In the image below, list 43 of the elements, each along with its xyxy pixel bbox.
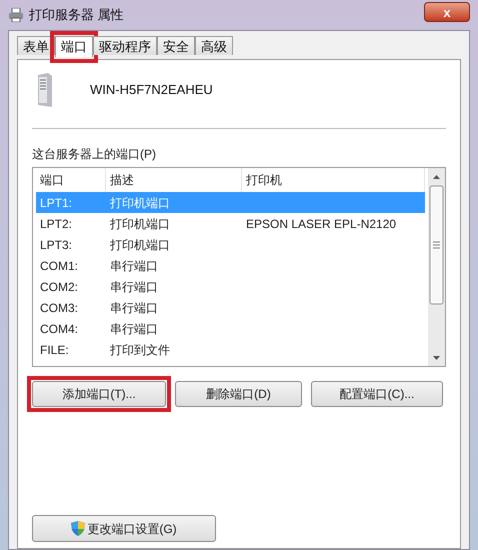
column-header[interactable]: 打印机 xyxy=(242,171,286,189)
table-cell: 打印机端口 xyxy=(110,238,170,252)
column-header[interactable]: 描述 xyxy=(106,171,138,189)
port-button[interactable]: 配置端口(C)... xyxy=(311,381,443,407)
table-cell: COM2: xyxy=(40,280,78,294)
table-cell: FILE: xyxy=(40,342,69,356)
port-row[interactable]: LPT3: 打印机端口 xyxy=(36,234,425,255)
port-row[interactable]: LPT2: 打印机端口 EPSON LASER EPL-N2120 xyxy=(36,213,425,234)
column-header[interactable]: 端口 xyxy=(36,171,68,189)
table-cell: COM1: xyxy=(40,258,78,272)
table-cell: 打印机端口 xyxy=(110,196,170,210)
table-cell: LPT1: xyxy=(40,196,72,210)
tab[interactable]: 高级 xyxy=(195,36,233,55)
port-row[interactable]: FILE: 打印到文件 xyxy=(36,339,425,360)
table-cell: 串行端口 xyxy=(110,258,158,272)
table-cell: 打印到文件 xyxy=(110,342,170,356)
port-row[interactable]: COM2: 串行端口 xyxy=(36,276,425,297)
printer-icon xyxy=(8,8,24,22)
close-button[interactable]: x xyxy=(424,2,470,22)
tab[interactable]: 端口 xyxy=(55,36,93,57)
table-cell: LPT3: xyxy=(40,238,72,252)
port-row[interactable]: COM3: 串行端口 xyxy=(36,297,425,318)
port-row[interactable]: COM4: 串行端口 xyxy=(36,318,425,339)
table-cell: 串行端口 xyxy=(110,300,158,314)
table-cell: LPT2: xyxy=(40,216,72,230)
table-cell: 打印机端口 xyxy=(110,216,170,230)
window-title: 打印服务器 属性 xyxy=(29,6,124,24)
change-settings-button[interactable]: 更改端口设置(G) xyxy=(32,515,216,542)
table-cell: 串行端口 xyxy=(110,280,158,294)
server-icon xyxy=(36,73,52,107)
table-cell: COM3: xyxy=(40,300,78,314)
port-button[interactable]: 删除端口(D) xyxy=(175,381,302,407)
scrollbar[interactable] xyxy=(428,168,445,366)
shield-icon xyxy=(71,521,86,536)
tab[interactable]: 安全 xyxy=(157,36,195,55)
ports-label: 这台服务器上的端口(P) xyxy=(32,146,157,163)
port-button[interactable]: 添加端口(T)... xyxy=(32,381,166,407)
table-cell: 串行端口 xyxy=(110,322,158,336)
port-row[interactable]: COM1: 串行端口 xyxy=(36,255,425,276)
tab[interactable]: 驱动程序 xyxy=(93,36,157,55)
table-cell: COM4: xyxy=(40,322,78,336)
table-cell: EPSON LASER EPL-N2120 xyxy=(246,216,396,230)
server-name: WIN-H5F7N2EAHEU xyxy=(90,81,213,100)
